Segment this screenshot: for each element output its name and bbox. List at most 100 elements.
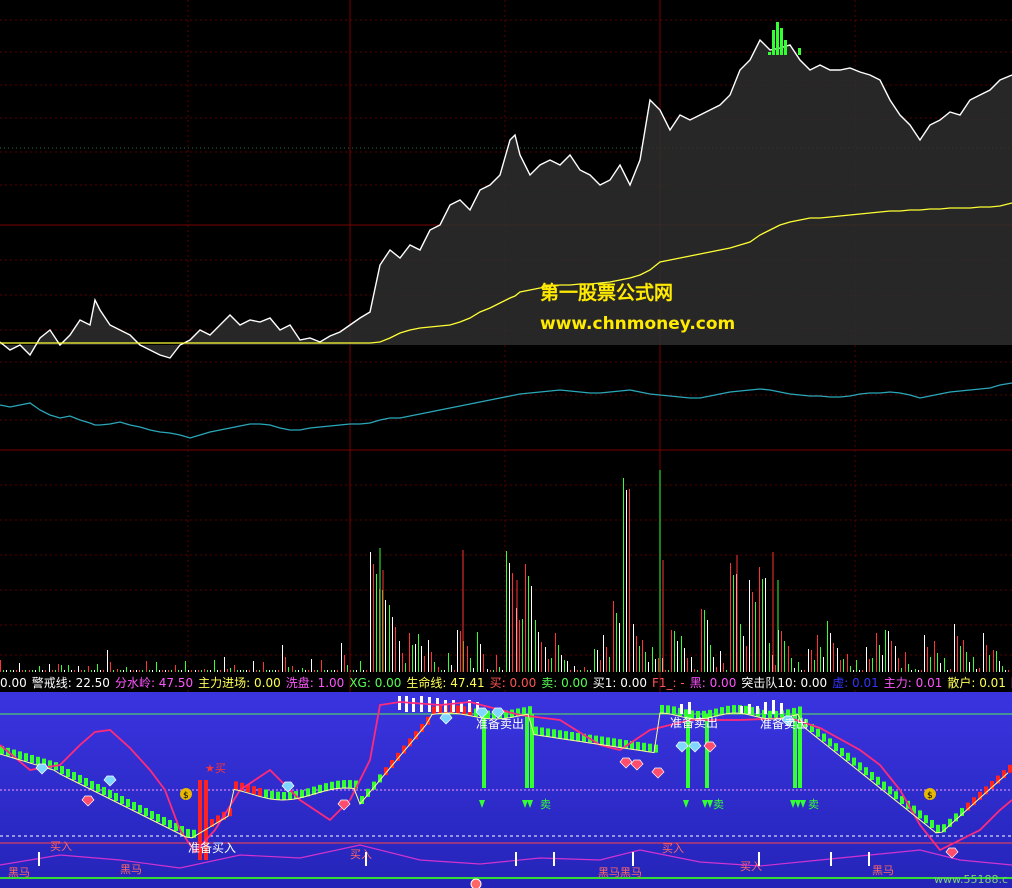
indicator-peak-bar	[772, 700, 775, 714]
legend-item: 生命线: 47.41	[406, 676, 485, 690]
indicator-step	[144, 808, 148, 816]
label-sell: 卖	[540, 798, 551, 811]
legend-item: XG: 0.00	[349, 676, 402, 690]
legend-item: F1_: -	[652, 676, 685, 690]
tick-mark	[38, 852, 40, 866]
indicator-step	[342, 780, 346, 789]
indicator-step	[546, 728, 550, 737]
indicator-step	[66, 769, 70, 777]
indicator-step	[642, 742, 646, 751]
indicator-step	[930, 820, 934, 828]
tick-mark	[515, 852, 517, 866]
legend-item: 警戒线: 22.50	[31, 676, 110, 690]
label-buy-in: 买入	[662, 842, 684, 855]
label-prepare-sell: 准备卖出	[670, 716, 718, 730]
peak-bar	[784, 40, 787, 55]
tick-mark	[758, 852, 760, 866]
tick-mark	[365, 852, 367, 866]
indicator-step	[918, 810, 922, 819]
indicator-step	[570, 732, 574, 740]
indicator-step	[924, 815, 928, 824]
indicator-step	[348, 780, 352, 789]
indicator-step	[528, 706, 532, 715]
stock-chart: $ $ 准备卖出 准备卖出 准备卖出准备买入★买卖卖卖买入买入 买入买入黑马 黑马 黑马黑马…	[0, 0, 1012, 888]
legend-item: 突击队10: 0.00	[741, 676, 828, 690]
peak-bar	[768, 52, 771, 55]
peak-bar	[780, 28, 783, 55]
indicator-step	[162, 817, 166, 825]
indicator-step	[456, 705, 460, 714]
indicator-step	[96, 784, 100, 792]
label-buy-in: 买入	[350, 848, 372, 861]
label-dark-horse: 黑马	[8, 866, 30, 879]
indicator-step	[636, 741, 640, 750]
indicator-step	[156, 814, 160, 822]
indicator-step	[846, 752, 850, 761]
indicator-peak-bar	[748, 704, 751, 714]
indicator-step	[666, 705, 670, 714]
tick-mark	[868, 852, 870, 866]
indicator-step	[672, 706, 676, 715]
peak-bar	[772, 30, 775, 55]
label-dark-horse: 黑马黑马	[598, 866, 642, 879]
indicator-step	[60, 766, 64, 774]
indicator-step	[108, 790, 112, 798]
indicator-step	[834, 743, 838, 752]
indicator-step	[732, 705, 736, 714]
indicator-step	[840, 748, 844, 756]
indicator-peak-bar	[405, 696, 408, 712]
watermark-url: www.chnmoney.com	[540, 314, 736, 334]
label-buy-in: 买入	[50, 840, 72, 853]
indicator-step	[822, 733, 826, 742]
indicator-step	[600, 736, 604, 745]
indicator-step	[612, 738, 616, 747]
indicator-peak-bar	[688, 702, 691, 714]
indicator-step	[894, 791, 898, 800]
indicator-step	[870, 772, 874, 780]
signal-column	[525, 714, 529, 788]
indicator-step	[18, 751, 22, 760]
indicator-step	[1008, 764, 1012, 773]
indicator-step	[84, 778, 88, 786]
tick-mark	[830, 852, 832, 866]
indicator-step	[24, 753, 28, 762]
indicator-step	[606, 737, 610, 746]
indicator-step	[288, 791, 292, 800]
indicator-step	[72, 772, 76, 780]
indicator-step	[258, 787, 262, 796]
tick-mark	[632, 852, 634, 866]
indicator-peak-bar	[764, 702, 767, 714]
indicator-step	[552, 729, 556, 738]
indicator-peak-bar	[412, 698, 415, 712]
indicator-step	[90, 781, 94, 789]
indicator-step	[78, 775, 82, 783]
corner-watermark: www.55188.c	[933, 873, 1008, 886]
peak-bar	[798, 48, 801, 55]
indicator-step	[798, 706, 802, 715]
indicator-step	[558, 730, 562, 739]
indicator-step	[618, 739, 622, 748]
indicator-peak-bar	[756, 706, 759, 714]
label-buy-star: ★买	[205, 762, 226, 775]
money-bag-symbol: $	[183, 791, 189, 801]
indicator-step	[132, 802, 136, 810]
label-prepare-buy: 准备买入	[188, 841, 236, 855]
label-prepare-sell: 准备卖出	[476, 717, 524, 731]
legend-item: 洗盘: 1.00	[285, 676, 345, 690]
indicator-step	[888, 786, 892, 795]
indicator-step	[726, 705, 730, 714]
indicator-step	[168, 820, 172, 828]
indicator-step	[828, 738, 832, 747]
indicator-step	[30, 755, 34, 763]
legend-item: 0.00	[0, 676, 27, 690]
indicator-step	[252, 786, 256, 795]
indicator-step	[102, 787, 106, 795]
label-dark-horse: 黑马	[872, 864, 894, 877]
money-bag-symbol: $	[927, 791, 933, 801]
ball-icon	[470, 878, 482, 888]
peak-bar	[776, 22, 779, 55]
indicator-step	[336, 780, 340, 789]
indicator-step	[126, 799, 130, 807]
legend-item: 主力进场: 0.00	[198, 676, 281, 690]
indicator-step	[330, 781, 334, 790]
